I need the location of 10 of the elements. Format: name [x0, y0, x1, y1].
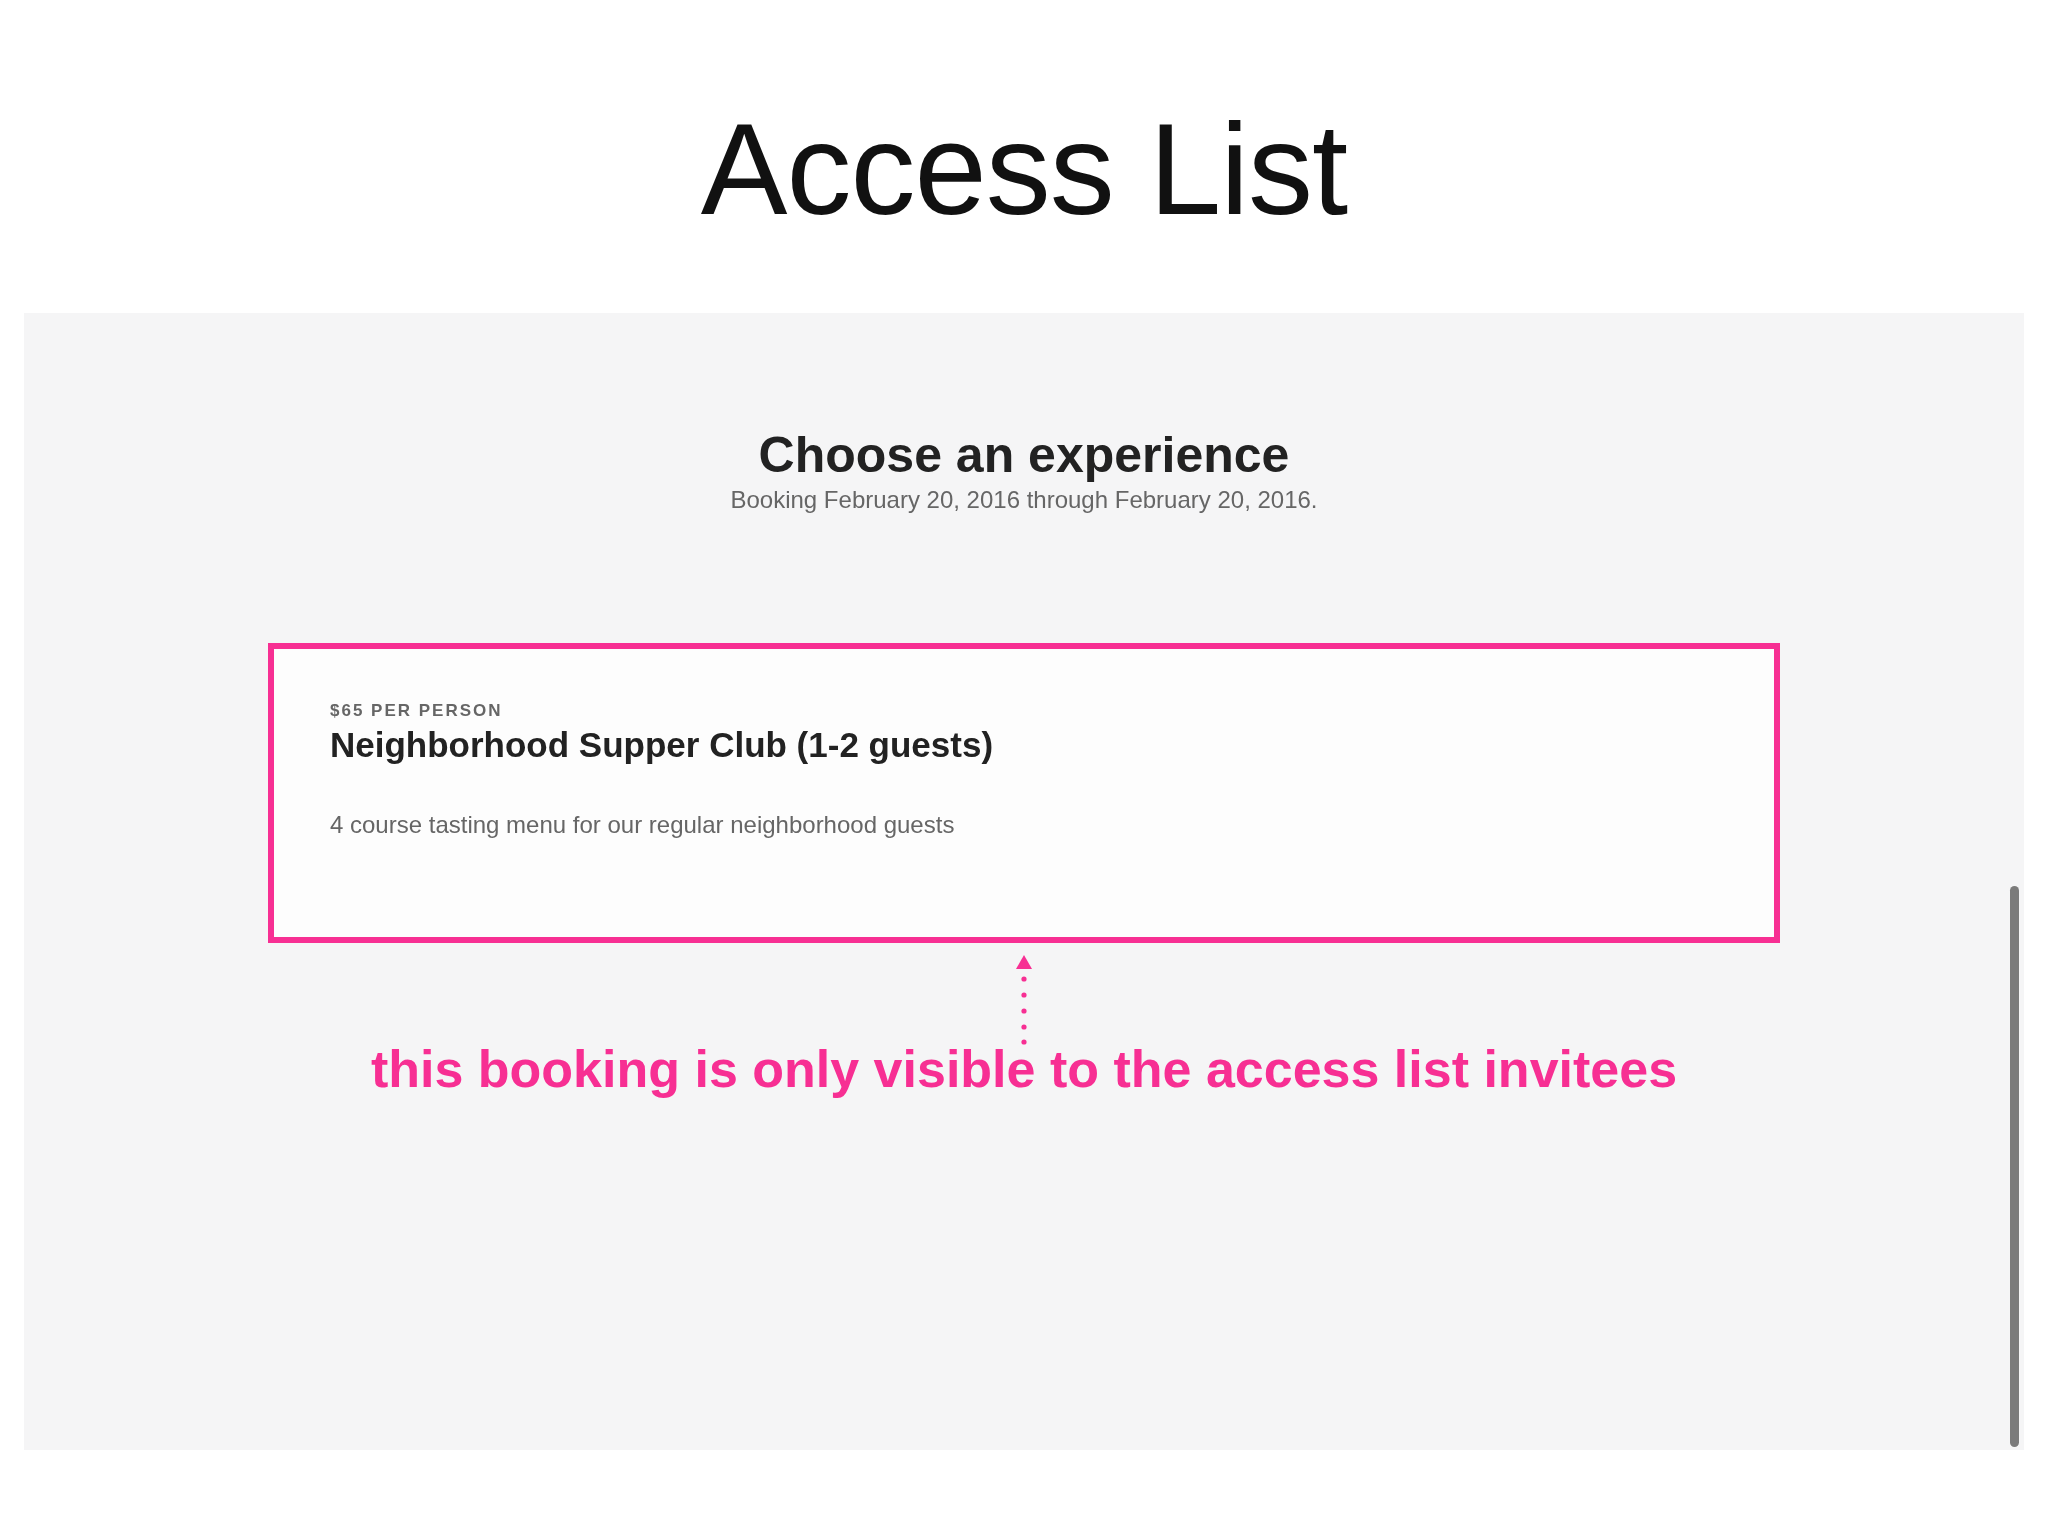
page-title: Access List — [700, 95, 1348, 244]
experience-title: Neighborhood Supper Club (1-2 guests) — [330, 724, 994, 766]
price-label: $65 PER PERSON — [330, 701, 503, 721]
annotation-text: this booking is only visible to the access list invitees — [370, 1039, 1678, 1099]
subheading: Booking February 20, 2016 through February 20, 2016. — [730, 485, 1318, 515]
experience-description: 4 course tasting menu for our regular neighborhood guests — [330, 810, 955, 840]
dotted-up-arrow-icon — [1015, 955, 1033, 1045]
scrollbar-thumb[interactable] — [2010, 886, 2019, 1447]
heading: Choose an experience — [758, 426, 1290, 485]
experience-card[interactable]: $65 PER PERSON Neighborhood Supper Club (1-2 guests) 4 course tasting menu for our regular neighborhood guests — [268, 643, 1780, 943]
